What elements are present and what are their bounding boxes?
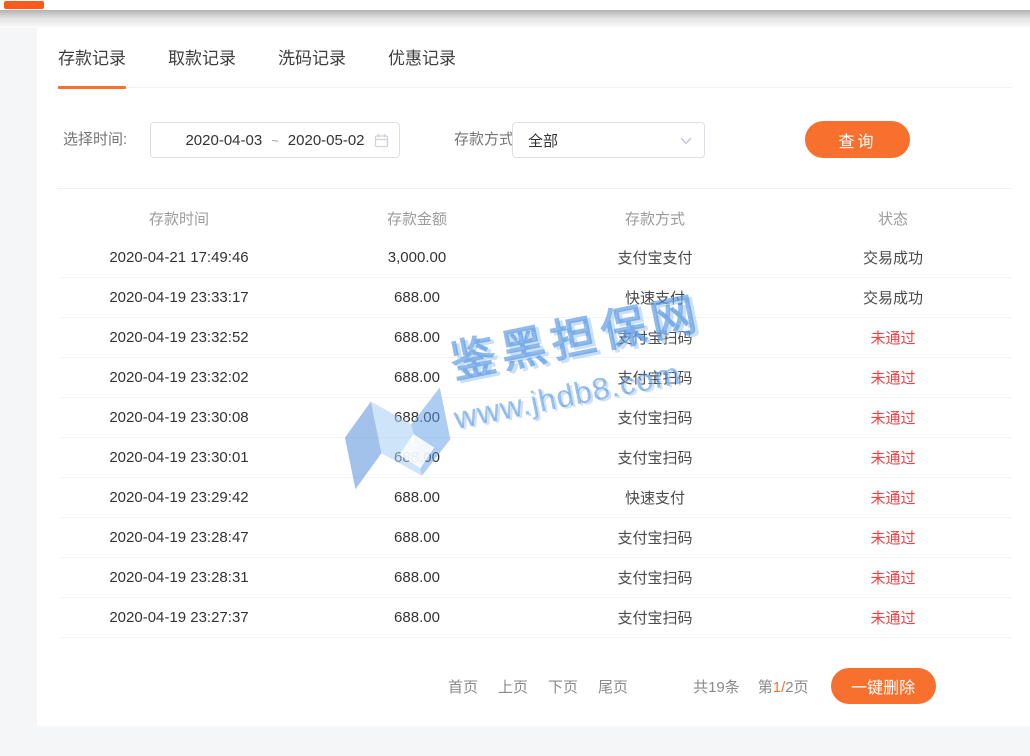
prev-page-link[interactable]: 上页: [498, 676, 528, 697]
cell-amount: 688.00: [298, 569, 536, 586]
cell-amount: 688.00: [298, 489, 536, 506]
pagination-bar: 首页 上页 下页 尾页 共19条 第1/2页 一键删除: [448, 668, 936, 704]
table-row: 2020-04-19 23:28:47 688.00 支付宝扫码 未通过: [60, 518, 1012, 558]
table-row: 2020-04-19 23:27:37 688.00 支付宝扫码 未通过: [60, 598, 1012, 638]
table-row: 2020-04-19 23:28:31 688.00 支付宝扫码 未通过: [60, 558, 1012, 598]
cell-amount: 688.00: [298, 409, 536, 426]
table-row: 2020-04-19 23:30:01 688.00 支付宝扫码 未通过: [60, 438, 1012, 478]
table-row: 2020-04-19 23:30:08 688.00 支付宝扫码 未通过: [60, 398, 1012, 438]
table-row: 2020-04-21 17:49:46 3,000.00 支付宝支付 交易成功: [60, 238, 1012, 278]
cell-status: 未通过: [774, 567, 1012, 588]
bottom-gutter: [0, 726, 1030, 756]
cell-status: 交易成功: [774, 287, 1012, 308]
time-filter-label: 选择时间:: [63, 122, 127, 158]
deposit-method-select[interactable]: 全部: [512, 122, 705, 158]
cell-status: 未通过: [774, 407, 1012, 428]
cell-method: 支付宝扫码: [536, 567, 774, 588]
cell-time: 2020-04-19 23:33:17: [60, 289, 298, 306]
cell-method: 支付宝扫码: [536, 327, 774, 348]
cell-time: 2020-04-19 23:30:01: [60, 449, 298, 466]
table-row: 2020-04-19 23:32:52 688.00 支付宝扫码 未通过: [60, 318, 1012, 358]
next-page-link[interactable]: 下页: [548, 676, 578, 697]
cell-time: 2020-04-19 23:32:52: [60, 329, 298, 346]
cell-amount: 688.00: [298, 289, 536, 306]
deposit-method-filter-label: 存款方式:: [454, 122, 518, 158]
cell-amount: 688.00: [298, 609, 536, 626]
column-header-time: 存款时间: [60, 208, 298, 229]
calendar-icon: [374, 133, 389, 148]
cell-amount: 3,000.00: [298, 249, 536, 266]
cell-status: 未通过: [774, 527, 1012, 548]
page-indicator: 第1/2页: [758, 676, 809, 697]
cell-method: 支付宝扫码: [536, 407, 774, 428]
cell-status: 未通过: [774, 367, 1012, 388]
cell-amount: 688.00: [298, 449, 536, 466]
cell-status: 未通过: [774, 447, 1012, 468]
cell-status: 交易成功: [774, 247, 1012, 268]
cell-time: 2020-04-19 23:27:37: [60, 609, 298, 626]
cell-status: 未通过: [774, 327, 1012, 348]
page-indicator-suffix: 2页: [785, 679, 808, 696]
top-bar: [0, 0, 1030, 10]
cell-amount: 688.00: [298, 369, 536, 386]
last-page-link[interactable]: 尾页: [598, 676, 628, 697]
cell-status: 未通过: [774, 487, 1012, 508]
column-header-amount: 存款金额: [298, 208, 536, 229]
tab-withdrawal-records[interactable]: 取款记录: [168, 46, 236, 87]
tab-deposit-records[interactable]: 存款记录: [58, 46, 126, 87]
date-start-value: 2020-04-03: [185, 132, 262, 149]
top-progress-bar: [4, 1, 44, 9]
tab-promo-records[interactable]: 优惠记录: [388, 46, 456, 87]
date-separator: ~: [271, 133, 279, 148]
cell-time: 2020-04-19 23:29:42: [60, 489, 298, 506]
section-divider: [57, 188, 1012, 189]
total-count: 共19条: [693, 676, 740, 697]
cell-method: 快速支付: [536, 287, 774, 308]
record-tabs: 存款记录 取款记录 洗码记录 优惠记录: [58, 46, 1012, 88]
topbar-shadow: [0, 10, 1030, 30]
tab-rebate-records[interactable]: 洗码记录: [278, 46, 346, 87]
page-indicator-current: 1/: [773, 679, 786, 696]
column-header-method: 存款方式: [536, 208, 774, 229]
column-header-status: 状态: [774, 208, 1012, 229]
deposit-records-table: 存款时间 存款金额 存款方式 状态 2020-04-21 17:49:46 3,…: [60, 198, 1012, 638]
chevron-down-icon: [680, 137, 692, 145]
delete-all-button[interactable]: 一键删除: [831, 668, 936, 704]
cell-time: 2020-04-19 23:32:02: [60, 369, 298, 386]
cell-method: 支付宝扫码: [536, 447, 774, 468]
page-indicator-prefix: 第: [758, 679, 773, 696]
table-header-row: 存款时间 存款金额 存款方式 状态: [60, 198, 1012, 238]
table-row: 2020-04-19 23:32:02 688.00 支付宝扫码 未通过: [60, 358, 1012, 398]
query-button[interactable]: 查询: [805, 121, 910, 158]
cell-method: 支付宝支付: [536, 247, 774, 268]
cell-time: 2020-04-19 23:28:47: [60, 529, 298, 546]
cell-amount: 688.00: [298, 529, 536, 546]
cell-time: 2020-04-21 17:49:46: [60, 249, 298, 266]
table-row: 2020-04-19 23:29:42 688.00 快速支付 未通过: [60, 478, 1012, 518]
cell-method: 快速支付: [536, 487, 774, 508]
table-row: 2020-04-19 23:33:17 688.00 快速支付 交易成功: [60, 278, 1012, 318]
cell-amount: 688.00: [298, 329, 536, 346]
first-page-link[interactable]: 首页: [448, 676, 478, 697]
date-end-value: 2020-05-02: [288, 132, 365, 149]
cell-time: 2020-04-19 23:28:31: [60, 569, 298, 586]
cell-method: 支付宝扫码: [536, 367, 774, 388]
cell-time: 2020-04-19 23:30:08: [60, 409, 298, 426]
cell-status: 未通过: [774, 607, 1012, 628]
cell-method: 支付宝扫码: [536, 607, 774, 628]
cell-method: 支付宝扫码: [536, 527, 774, 548]
deposit-method-selected-value: 全部: [528, 130, 558, 151]
left-gutter: [0, 28, 37, 726]
date-range-input[interactable]: 2020-04-03 ~ 2020-05-02: [150, 122, 400, 158]
